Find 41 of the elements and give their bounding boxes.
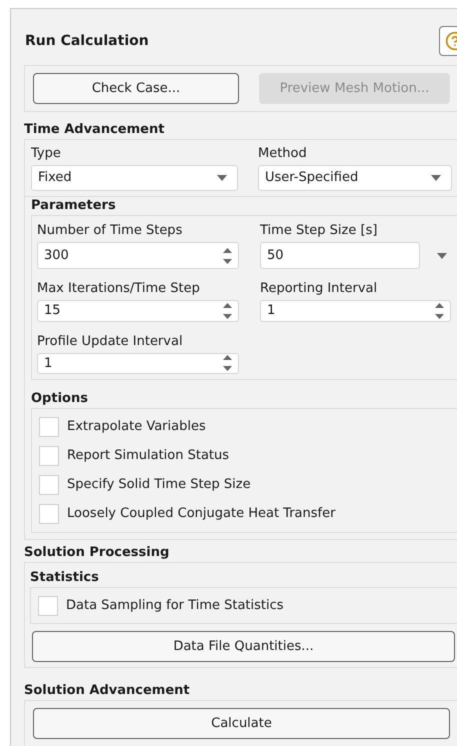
group-heading: Options (31, 390, 88, 408)
checkbox-label: Loosely Coupled Conjugate Heat Transfer (67, 504, 336, 523)
data-file-button[interactable]: Data File Quantities... (32, 631, 455, 662)
panel-title: Run Calculation (25, 32, 149, 50)
checkbox-label: Data Sampling for Time Statistics (66, 596, 284, 615)
spinner-field[interactable]: 1 (260, 300, 451, 322)
checkbox[interactable] (39, 446, 59, 466)
number-field[interactable]: 50 (260, 242, 420, 269)
check-button[interactable]: Check Case... (33, 73, 239, 104)
field-label: Profile Update Interval (37, 332, 183, 350)
checkbox[interactable] (38, 596, 58, 616)
spinner-arrows-icon (223, 246, 232, 264)
group-heading: Statistics (30, 569, 99, 587)
spinner-field[interactable]: 15 (37, 300, 239, 322)
checkbox[interactable] (39, 416, 59, 436)
spinner-arrows-icon (223, 354, 232, 372)
field-label: Reporting Interval (260, 280, 378, 298)
checkbox-label: Extrapolate Variables (67, 418, 206, 436)
caret-icon (437, 252, 447, 258)
spinner-arrows-icon (435, 302, 444, 320)
field-label: Max Iterations/Time Step (37, 280, 200, 298)
section-heading: Solution Advancement (24, 682, 190, 700)
dropdown[interactable]: Fixed (31, 165, 238, 191)
checkbox[interactable] (39, 504, 59, 524)
caret-icon (217, 175, 227, 181)
section-heading: Solution Processing (24, 544, 170, 562)
checkbox-label: Specify Solid Time Step Size (67, 476, 251, 494)
checkbox-label: Report Simulation Status (67, 446, 230, 465)
field-label: Method (258, 145, 307, 163)
caret-icon (431, 175, 441, 181)
spinner-arrows-icon (223, 302, 232, 320)
checkbox[interactable] (39, 474, 59, 494)
spinner-field[interactable]: 1 (37, 352, 239, 374)
field-label: Number of Time Steps (37, 222, 182, 240)
section-heading: Time Advancement (24, 121, 164, 139)
field-label: Time Step Size [s] (260, 222, 378, 240)
group-heading: Parameters (31, 197, 116, 215)
dropdown[interactable]: User-Specified (258, 165, 452, 191)
spinner-field[interactable]: 300 (37, 242, 239, 269)
field-label: Type (31, 145, 61, 163)
calculate-button[interactable]: Calculate (33, 708, 450, 739)
